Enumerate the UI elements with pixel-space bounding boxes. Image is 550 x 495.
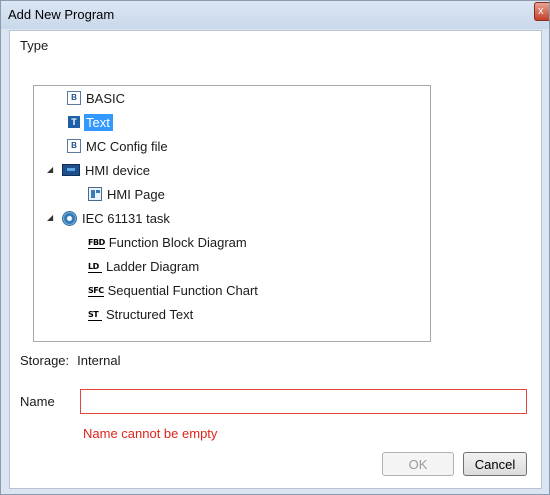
tree-item-label: HMI Page [107, 186, 165, 202]
expanded-triangle-icon[interactable]: ◢ [47, 166, 55, 174]
ld-icon: LD [88, 260, 102, 273]
close-button[interactable]: x [534, 2, 549, 21]
title-bar[interactable]: Add New Program x [1, 1, 549, 29]
sfc-icon: SFC [88, 285, 104, 297]
st-icon: ST [88, 308, 102, 321]
tree-item-label: BASIC [86, 90, 126, 106]
add-new-program-dialog: Add New Program x Type B BASIC T Text B … [0, 0, 550, 495]
tree-item-label: Structured Text [106, 306, 194, 322]
tree-item-ladder-diagram[interactable]: LD Ladder Diagram [88, 255, 199, 277]
type-label: Type [20, 38, 49, 53]
tree-item-function-block-diagram[interactable]: FBD Function Block Diagram [88, 231, 247, 253]
name-error-message: Name cannot be empty [83, 426, 218, 441]
basic-doc-icon: B [67, 91, 81, 105]
storage-label: Storage: [20, 353, 70, 368]
hmi-device-icon [62, 164, 80, 176]
hmi-page-icon [88, 187, 102, 201]
name-input[interactable] [80, 389, 527, 414]
tree-item-hmi-device[interactable]: ◢ HMI device [47, 159, 150, 181]
iec-task-icon [62, 210, 77, 226]
program-type-tree[interactable]: B BASIC T Text B MC Config file ◢ HMI de… [33, 85, 431, 342]
tree-item-label: Text [84, 113, 113, 131]
text-doc-icon: T [67, 115, 81, 129]
tree-item-label: MC Config file [86, 138, 168, 154]
tree-item-label: HMI device [85, 162, 151, 178]
mc-config-doc-icon: B [67, 139, 81, 153]
name-label: Name [20, 394, 55, 409]
tree-item-label: Ladder Diagram [106, 258, 200, 274]
tree-item-iec-61131-task[interactable]: ◢ IEC 61131 task [47, 207, 170, 229]
dialog-title: Add New Program [8, 7, 115, 22]
cancel-button[interactable]: Cancel [463, 452, 527, 476]
tree-item-basic[interactable]: B BASIC [67, 87, 125, 109]
tree-item-label: Function Block Diagram [108, 234, 247, 250]
ok-button[interactable]: OK [382, 452, 454, 476]
tree-item-hmi-page[interactable]: HMI Page [88, 183, 165, 205]
storage-value: Internal [77, 353, 121, 368]
expanded-triangle-icon[interactable]: ◢ [47, 214, 55, 222]
tree-item-mc-config-file[interactable]: B MC Config file [67, 135, 168, 157]
fbd-icon: FBD [88, 237, 105, 249]
tree-item-text[interactable]: T Text [67, 111, 113, 133]
storage-row: Storage: Internal [20, 353, 121, 368]
tree-item-label: IEC 61131 task [82, 210, 170, 226]
tree-item-structured-text[interactable]: ST Structured Text [88, 303, 193, 325]
tree-item-label: Sequential Function Chart [107, 282, 258, 298]
tree-item-sequential-function-chart[interactable]: SFC Sequential Function Chart [88, 279, 258, 301]
